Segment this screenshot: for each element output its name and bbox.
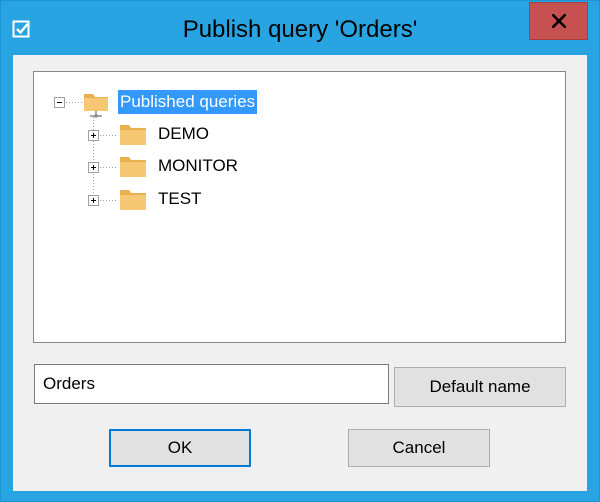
folder-icon bbox=[118, 154, 148, 185]
cancel-button[interactable]: Cancel bbox=[348, 429, 490, 467]
folder-icon bbox=[118, 187, 148, 218]
dialog-title: Publish query 'Orders' bbox=[182, 16, 418, 43]
tree-node-published-queries[interactable]: Published queries bbox=[46, 88, 306, 118]
expand-toggle[interactable] bbox=[88, 162, 99, 173]
close-x-icon bbox=[552, 14, 566, 28]
network-folder-icon bbox=[82, 88, 110, 123]
collapse-toggle[interactable] bbox=[54, 97, 65, 108]
dialog-body: Published queries DEMO MONITOR TEST Orde… bbox=[13, 55, 587, 491]
title-bar[interactable]: Publish query 'Orders' bbox=[1, 1, 599, 55]
expand-toggle[interactable] bbox=[88, 195, 99, 206]
tree-node-label[interactable]: MONITOR bbox=[156, 154, 240, 178]
tree-node-label[interactable]: Published queries bbox=[118, 90, 258, 114]
checkbox-app-icon bbox=[12, 19, 32, 39]
expand-toggle[interactable] bbox=[88, 130, 99, 141]
tree-node-test[interactable]: TEST bbox=[84, 185, 284, 213]
default-name-button[interactable]: Default name bbox=[394, 367, 566, 407]
ok-button[interactable]: OK bbox=[109, 429, 251, 467]
folder-icon bbox=[118, 122, 148, 153]
query-name-input[interactable] bbox=[34, 364, 389, 404]
tree-node-monitor[interactable]: MONITOR bbox=[84, 152, 304, 180]
tree-node-demo[interactable]: DEMO bbox=[84, 120, 284, 148]
tree-node-label[interactable]: DEMO bbox=[156, 122, 211, 146]
dialog-window: Publish query 'Orders' Published queries… bbox=[0, 0, 600, 502]
folder-tree[interactable]: Published queries DEMO MONITOR TEST bbox=[33, 71, 566, 343]
tree-node-label[interactable]: TEST bbox=[156, 187, 203, 211]
close-button[interactable] bbox=[529, 2, 588, 40]
